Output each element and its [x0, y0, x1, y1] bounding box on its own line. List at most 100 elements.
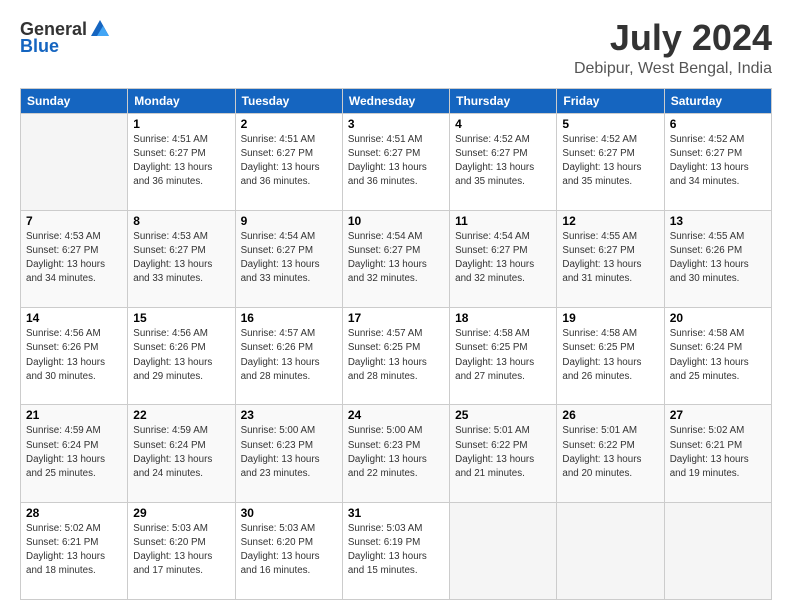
day-number: 4	[455, 117, 551, 131]
day-number: 25	[455, 408, 551, 422]
table-row: 26 Sunrise: 5:01 AMSunset: 6:22 PMDayligh…	[557, 405, 664, 502]
day-number: 19	[562, 311, 658, 325]
day-info: Sunrise: 4:56 AMSunset: 6:26 PMDaylight:…	[133, 327, 229, 384]
day-info: Sunrise: 4:59 AMSunset: 6:24 PMDaylight:…	[133, 424, 229, 481]
day-number: 11	[455, 214, 551, 228]
header: General Blue July 2024 Debipur, West Ben…	[20, 18, 772, 78]
day-number: 26	[562, 408, 658, 422]
table-row: 11 Sunrise: 4:54 AMSunset: 6:27 PMDayligh…	[450, 210, 557, 307]
day-number: 3	[348, 117, 444, 131]
subtitle: Debipur, West Bengal, India	[574, 60, 772, 78]
table-row: 21 Sunrise: 4:59 AMSunset: 6:24 PMDayligh…	[21, 405, 128, 502]
table-row: 15 Sunrise: 4:56 AMSunset: 6:26 PMDayligh…	[128, 308, 235, 405]
table-row: 13 Sunrise: 4:55 AMSunset: 6:26 PMDayligh…	[664, 210, 771, 307]
day-number: 31	[348, 506, 444, 520]
day-info: Sunrise: 4:54 AMSunset: 6:27 PMDaylight:…	[348, 230, 444, 287]
day-info: Sunrise: 5:02 AMSunset: 6:21 PMDaylight:…	[26, 522, 122, 579]
table-row: 6 Sunrise: 4:52 AMSunset: 6:27 PMDaylight…	[664, 113, 771, 210]
day-info: Sunrise: 5:02 AMSunset: 6:21 PMDaylight:…	[670, 424, 766, 481]
day-info: Sunrise: 5:01 AMSunset: 6:22 PMDaylight:…	[562, 424, 658, 481]
calendar-table: Sunday Monday Tuesday Wednesday Thursday…	[20, 88, 772, 600]
day-info: Sunrise: 5:00 AMSunset: 6:23 PMDaylight:…	[241, 424, 337, 481]
table-row	[21, 113, 128, 210]
logo-icon	[89, 18, 111, 40]
table-row: 28 Sunrise: 5:02 AMSunset: 6:21 PMDayligh…	[21, 502, 128, 599]
day-number: 27	[670, 408, 766, 422]
day-info: Sunrise: 4:51 AMSunset: 6:27 PMDaylight:…	[348, 133, 444, 190]
table-row: 14Sunrise: 4:56 AMSunset: 6:26 PMDayligh…	[21, 308, 128, 405]
table-row: 20 Sunrise: 4:58 AMSunset: 6:24 PMDayligh…	[664, 308, 771, 405]
day-number: 7	[26, 214, 122, 228]
day-number: 28	[26, 506, 122, 520]
day-info: Sunrise: 4:52 AMSunset: 6:27 PMDaylight:…	[455, 133, 551, 190]
table-row: 19 Sunrise: 4:58 AMSunset: 6:25 PMDayligh…	[557, 308, 664, 405]
day-number: 23	[241, 408, 337, 422]
day-info: Sunrise: 4:54 AMSunset: 6:27 PMDaylight:…	[241, 230, 337, 287]
table-row: 29 Sunrise: 5:03 AMSunset: 6:20 PMDayligh…	[128, 502, 235, 599]
table-row: 16 Sunrise: 4:57 AMSunset: 6:26 PMDayligh…	[235, 308, 342, 405]
day-info: Sunrise: 4:53 AMSunset: 6:27 PMDaylight:…	[26, 230, 122, 287]
col-sunday: Sunday	[21, 88, 128, 113]
day-info: Sunrise: 4:58 AMSunset: 6:24 PMDaylight:…	[670, 327, 766, 384]
table-row: 3 Sunrise: 4:51 AMSunset: 6:27 PMDaylight…	[342, 113, 449, 210]
day-number: 17	[348, 311, 444, 325]
day-info: Sunrise: 4:53 AMSunset: 6:27 PMDaylight:…	[133, 230, 229, 287]
day-number: 8	[133, 214, 229, 228]
day-number: 15	[133, 311, 229, 325]
day-info: Sunrise: 4:55 AMSunset: 6:26 PMDaylight:…	[670, 230, 766, 287]
day-info: Sunrise: 4:57 AMSunset: 6:25 PMDaylight:…	[348, 327, 444, 384]
table-row	[450, 502, 557, 599]
table-row: 4 Sunrise: 4:52 AMSunset: 6:27 PMDaylight…	[450, 113, 557, 210]
col-saturday: Saturday	[664, 88, 771, 113]
day-info: Sunrise: 4:52 AMSunset: 6:27 PMDaylight:…	[670, 133, 766, 190]
day-number: 21	[26, 408, 122, 422]
day-info: Sunrise: 4:58 AMSunset: 6:25 PMDaylight:…	[562, 327, 658, 384]
day-number: 18	[455, 311, 551, 325]
table-row: 5Sunrise: 4:52 AMSunset: 6:27 PMDaylight…	[557, 113, 664, 210]
table-row	[557, 502, 664, 599]
day-number: 10	[348, 214, 444, 228]
table-row: 12Sunrise: 4:55 AMSunset: 6:27 PMDayligh…	[557, 210, 664, 307]
day-number: 29	[133, 506, 229, 520]
table-row	[664, 502, 771, 599]
day-number: 6	[670, 117, 766, 131]
table-row: 7 Sunrise: 4:53 AMSunset: 6:27 PMDaylight…	[21, 210, 128, 307]
day-info: Sunrise: 4:59 AMSunset: 6:24 PMDaylight:…	[26, 424, 122, 481]
day-info: Sunrise: 4:56 AMSunset: 6:26 PMDaylight:…	[26, 327, 122, 384]
col-tuesday: Tuesday	[235, 88, 342, 113]
day-info: Sunrise: 4:58 AMSunset: 6:25 PMDaylight:…	[455, 327, 551, 384]
table-row: 25 Sunrise: 5:01 AMSunset: 6:22 PMDayligh…	[450, 405, 557, 502]
page: General Blue July 2024 Debipur, West Ben…	[0, 0, 792, 612]
day-number: 13	[670, 214, 766, 228]
day-info: Sunrise: 4:57 AMSunset: 6:26 PMDaylight:…	[241, 327, 337, 384]
title-block: July 2024 Debipur, West Bengal, India	[574, 18, 772, 78]
col-friday: Friday	[557, 88, 664, 113]
day-number: 20	[670, 311, 766, 325]
day-number: 9	[241, 214, 337, 228]
main-title: July 2024	[574, 18, 772, 58]
col-thursday: Thursday	[450, 88, 557, 113]
table-row: 31 Sunrise: 5:03 AMSunset: 6:19 PMDayligh…	[342, 502, 449, 599]
logo: General Blue	[20, 18, 111, 57]
table-row: 18 Sunrise: 4:58 AMSunset: 6:25 PMDayligh…	[450, 308, 557, 405]
day-info: Sunrise: 5:01 AMSunset: 6:22 PMDaylight:…	[455, 424, 551, 481]
day-info: Sunrise: 4:54 AMSunset: 6:27 PMDaylight:…	[455, 230, 551, 287]
day-info: Sunrise: 5:03 AMSunset: 6:20 PMDaylight:…	[133, 522, 229, 579]
table-row: 10 Sunrise: 4:54 AMSunset: 6:27 PMDayligh…	[342, 210, 449, 307]
table-row: 2Sunrise: 4:51 AMSunset: 6:27 PMDaylight…	[235, 113, 342, 210]
day-info: Sunrise: 5:00 AMSunset: 6:23 PMDaylight:…	[348, 424, 444, 481]
day-number: 16	[241, 311, 337, 325]
col-monday: Monday	[128, 88, 235, 113]
header-row: Sunday Monday Tuesday Wednesday Thursday…	[21, 88, 772, 113]
col-wednesday: Wednesday	[342, 88, 449, 113]
table-row: 23 Sunrise: 5:00 AMSunset: 6:23 PMDayligh…	[235, 405, 342, 502]
table-row: 30Sunrise: 5:03 AMSunset: 6:20 PMDayligh…	[235, 502, 342, 599]
day-number: 12	[562, 214, 658, 228]
table-row: 8 Sunrise: 4:53 AMSunset: 6:27 PMDaylight…	[128, 210, 235, 307]
day-info: Sunrise: 5:03 AMSunset: 6:19 PMDaylight:…	[348, 522, 444, 579]
day-info: Sunrise: 4:51 AMSunset: 6:27 PMDaylight:…	[241, 133, 337, 190]
table-row: 17 Sunrise: 4:57 AMSunset: 6:25 PMDayligh…	[342, 308, 449, 405]
table-row: 22Sunrise: 4:59 AMSunset: 6:24 PMDayligh…	[128, 405, 235, 502]
day-number: 1	[133, 117, 229, 131]
day-info: Sunrise: 4:51 AMSunset: 6:27 PMDaylight:…	[133, 133, 229, 190]
